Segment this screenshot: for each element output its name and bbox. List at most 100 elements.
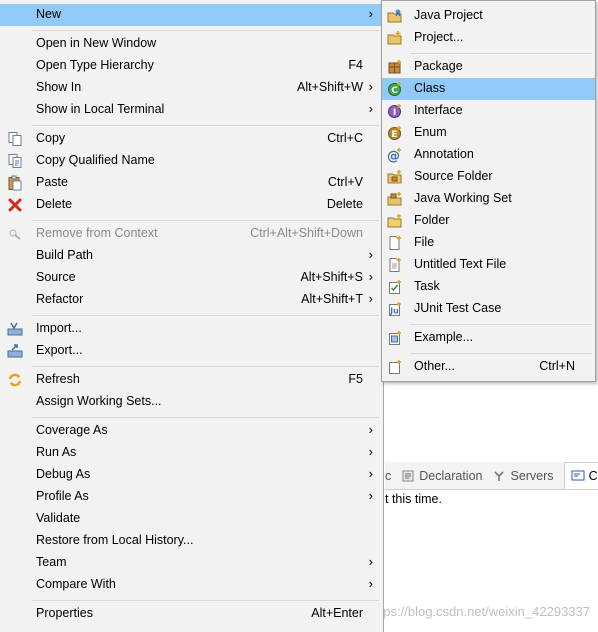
- watermark: https://blog.csdn.net/weixin_42293337: [368, 604, 590, 619]
- other-icon: [387, 359, 403, 375]
- menu-item-assign-working-sets[interactable]: Assign Working Sets...: [0, 391, 383, 413]
- submenu-item-interface[interactable]: I Interface: [382, 100, 595, 122]
- interface-icon: I: [387, 103, 403, 119]
- submenu-item-folder[interactable]: Folder: [382, 210, 595, 232]
- menu-item-profile-as[interactable]: Profile As ›: [0, 486, 383, 508]
- svg-text:C: C: [391, 86, 398, 96]
- junit-icon: Ju: [387, 301, 403, 317]
- java-project-icon: [387, 8, 403, 24]
- class-icon: C: [387, 81, 403, 97]
- menu-item-export[interactable]: Export...: [0, 340, 383, 362]
- menu-item-delete[interactable]: Delete Delete: [0, 194, 383, 216]
- submenu-arrow-icon: ›: [368, 576, 373, 591]
- menu-item-open-new-window[interactable]: Open in New Window: [0, 33, 383, 55]
- submenu-arrow-icon: ›: [368, 466, 373, 481]
- menu-item-show-in-terminal[interactable]: Show in Local Terminal ›: [0, 99, 383, 121]
- menu-item-run-as[interactable]: Run As ›: [0, 442, 383, 464]
- tab-console[interactable]: C: [563, 462, 598, 489]
- submenu-arrow-icon: ›: [368, 6, 373, 21]
- refresh-icon: [7, 372, 23, 388]
- svg-text:@: @: [387, 149, 400, 163]
- submenu-item-example[interactable]: Example...: [382, 327, 595, 349]
- text-file-icon: [387, 257, 403, 273]
- menu-separator: [32, 315, 379, 316]
- context-menu: New › Open in New Window Open Type Hiera…: [0, 0, 384, 632]
- paste-icon: [7, 175, 23, 191]
- menu-item-restore-history[interactable]: Restore from Local History...: [0, 530, 383, 552]
- submenu-item-annotation[interactable]: @ Annotation: [382, 144, 595, 166]
- menu-item-debug-as[interactable]: Debug As ›: [0, 464, 383, 486]
- submenu-item-file[interactable]: File: [382, 232, 595, 254]
- menu-separator: [32, 220, 379, 221]
- menu-separator: [32, 30, 379, 31]
- import-icon: [7, 321, 23, 337]
- menu-separator: [32, 366, 379, 367]
- annotation-icon: @: [387, 147, 403, 163]
- declaration-icon: [402, 470, 414, 481]
- menu-item-build-path[interactable]: Build Path ›: [0, 245, 383, 267]
- submenu-arrow-icon: ›: [368, 79, 373, 94]
- folder-icon: [387, 213, 403, 229]
- menu-item-properties[interactable]: Properties Alt+Enter: [0, 603, 383, 625]
- menu-item-copy-qualified-name[interactable]: Copy Qualified Name: [0, 150, 383, 172]
- submenu-item-java-project[interactable]: Java Project: [382, 5, 595, 27]
- submenu-item-source-folder[interactable]: Source Folder: [382, 166, 595, 188]
- submenu-arrow-icon: ›: [368, 488, 373, 503]
- example-icon: [387, 330, 403, 346]
- menu-item-compare-with[interactable]: Compare With ›: [0, 574, 383, 596]
- submenu-arrow-icon: ›: [368, 291, 373, 306]
- svg-text:Ju: Ju: [389, 307, 399, 316]
- menu-item-open-type-hierarchy[interactable]: Open Type Hierarchy F4: [0, 55, 383, 77]
- submenu-arrow-icon: ›: [368, 269, 373, 284]
- submenu-arrow-icon: ›: [368, 101, 373, 116]
- submenu-arrow-icon: ›: [368, 422, 373, 437]
- submenu-item-project[interactable]: Project...: [382, 27, 595, 49]
- menu-item-copy[interactable]: Copy Ctrl+C: [0, 128, 383, 150]
- console-message: t this time.: [385, 492, 442, 506]
- submenu-item-package[interactable]: Package: [382, 56, 595, 78]
- export-icon: [7, 343, 23, 359]
- menu-separator: [32, 125, 379, 126]
- menu-item-paste[interactable]: Paste Ctrl+V: [0, 172, 383, 194]
- submenu-item-junit-test-case[interactable]: Ju JUnit Test Case: [382, 298, 595, 320]
- svg-text:I: I: [393, 108, 396, 118]
- submenu-item-enum[interactable]: E Enum: [382, 122, 595, 144]
- task-icon: [387, 279, 403, 295]
- menu-separator: [32, 600, 379, 601]
- menu-item-source[interactable]: Source Alt+Shift+S ›: [0, 267, 383, 289]
- submenu-item-other[interactable]: Other... Ctrl+N: [382, 356, 595, 378]
- submenu-arrow-icon: ›: [368, 554, 373, 569]
- submenu-item-java-working-set[interactable]: Java Working Set: [382, 188, 595, 210]
- tab-partial[interactable]: c: [385, 469, 391, 483]
- submenu-arrow-icon: ›: [368, 444, 373, 459]
- view-tab-bar: c Declaration Servers C: [385, 462, 598, 490]
- menu-separator: [32, 417, 379, 418]
- source-folder-icon: [387, 169, 403, 185]
- submenu-arrow-icon: ›: [368, 247, 373, 262]
- menu-item-coverage-as[interactable]: Coverage As ›: [0, 420, 383, 442]
- remove-context-icon: [7, 226, 23, 242]
- menu-item-refactor[interactable]: Refactor Alt+Shift+T ›: [0, 289, 383, 311]
- submenu-item-task[interactable]: Task: [382, 276, 595, 298]
- package-icon: [387, 59, 403, 75]
- tab-declaration[interactable]: Declaration: [401, 469, 482, 483]
- menu-item-show-in[interactable]: Show In Alt+Shift+W ›: [0, 77, 383, 99]
- submenu-item-class[interactable]: C Class: [382, 78, 595, 100]
- project-icon: [387, 30, 403, 46]
- menu-item-new[interactable]: New ›: [0, 4, 383, 26]
- submenu-separator: [410, 353, 592, 354]
- menu-item-refresh[interactable]: Refresh F5: [0, 369, 383, 391]
- delete-icon: [7, 197, 23, 213]
- submenu-item-untitled-text-file[interactable]: Untitled Text File: [382, 254, 595, 276]
- copy-icon: [7, 131, 23, 147]
- menu-item-remove-from-context: Remove from Context Ctrl+Alt+Shift+Down: [0, 223, 383, 245]
- menu-item-team[interactable]: Team ›: [0, 552, 383, 574]
- enum-icon: E: [387, 125, 403, 141]
- tab-servers[interactable]: Servers: [492, 469, 554, 483]
- java-working-set-icon: [387, 191, 403, 207]
- console-icon: [571, 470, 585, 481]
- menu-item-validate[interactable]: Validate: [0, 508, 383, 530]
- new-submenu: Java Project Project... Package C Class …: [381, 0, 596, 382]
- menu-item-import[interactable]: Import...: [0, 318, 383, 340]
- file-icon: [387, 235, 403, 251]
